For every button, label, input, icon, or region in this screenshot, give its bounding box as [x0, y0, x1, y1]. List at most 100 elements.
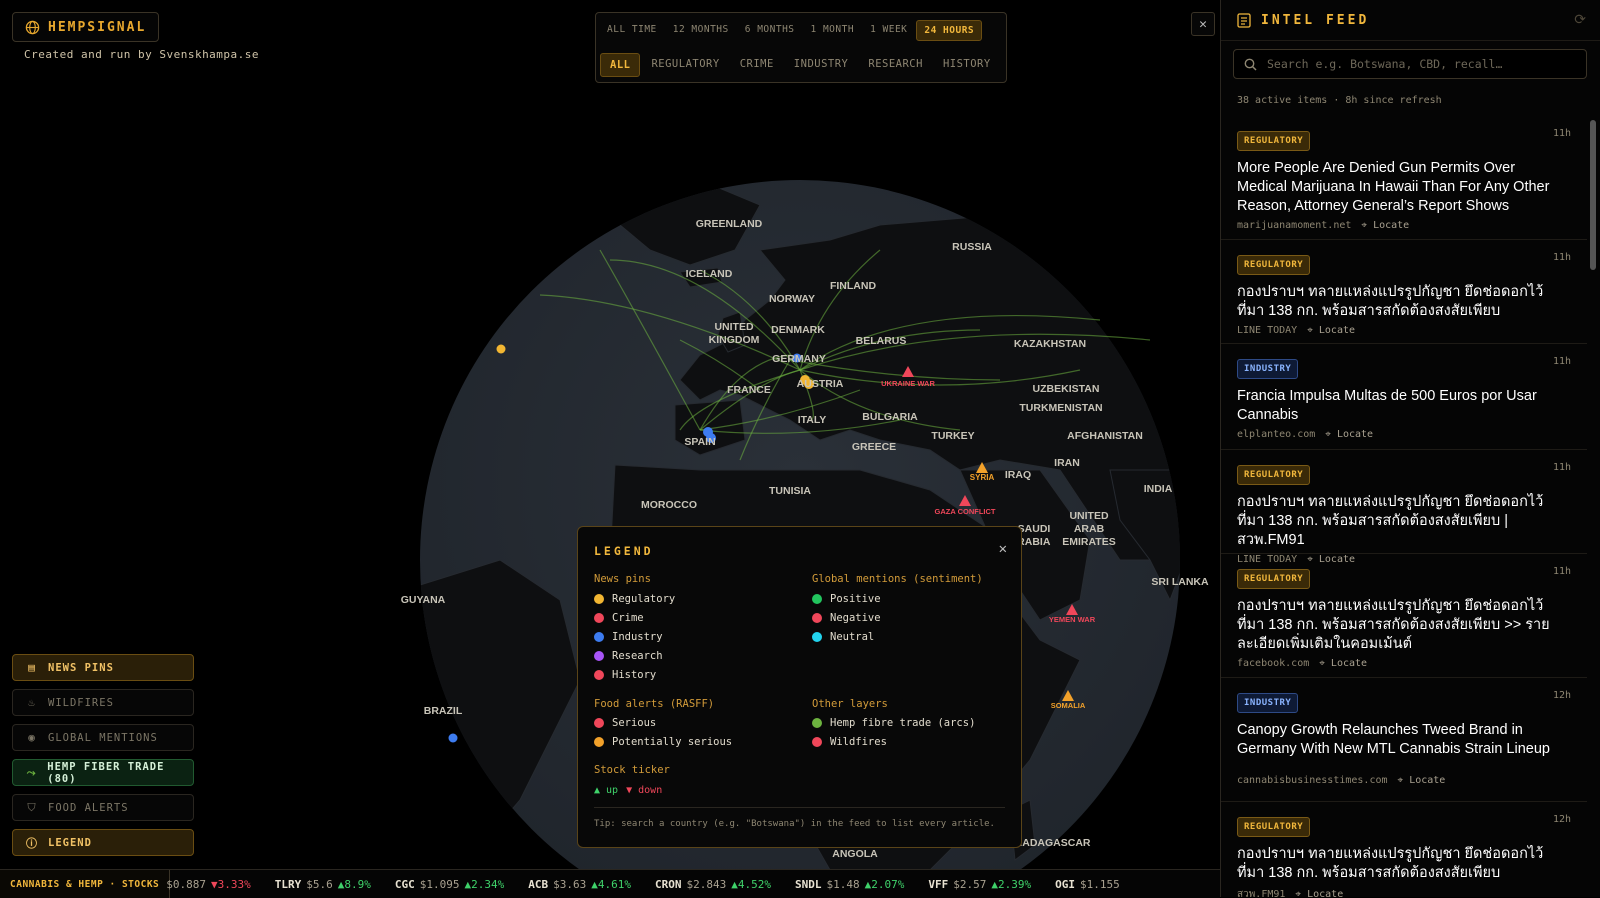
legend-item: Wildfires: [812, 736, 887, 748]
time-filter-6-months[interactable]: 6 MONTHS: [738, 20, 802, 41]
time-filter-1-week[interactable]: 1 WEEK: [863, 20, 914, 41]
layer-wildfires-button[interactable]: ♨ WILDFIRES: [12, 689, 194, 716]
layer-global-mentions-button[interactable]: ◉ GLOBAL MENTIONS: [12, 724, 194, 751]
newspaper-icon: [1237, 12, 1251, 28]
layer-food-alerts-button[interactable]: ⛉ FOOD ALERTS: [12, 794, 194, 821]
refresh-icon[interactable]: ⟳: [1574, 12, 1586, 28]
category-filter-crime[interactable]: CRIME: [731, 53, 783, 77]
time-filter-24-hours[interactable]: 24 HOURS: [916, 20, 983, 41]
item-title[interactable]: More People Are Denied Gun Permits Over …: [1237, 159, 1567, 216]
feed-item[interactable]: REGULATORY 11h More People Are Denied Gu…: [1221, 116, 1587, 240]
item-age: 12h: [1552, 690, 1571, 701]
feed-search-input[interactable]: [1265, 56, 1569, 72]
label-france: FRANCE: [727, 384, 771, 396]
locate-label: Locate: [1409, 775, 1446, 786]
time-filter-all-time[interactable]: ALL TIME: [600, 20, 664, 41]
time-filter-1-month[interactable]: 1 MONTH: [804, 20, 862, 41]
pin-icon: ⌖: [1319, 658, 1325, 669]
layer-hemp-fiber-trade-button[interactable]: ⤳ HEMP FIBER TRADE (80): [12, 759, 194, 786]
label-iran: IRAN: [1054, 457, 1080, 469]
locate-button[interactable]: ⌖ Locate: [1398, 775, 1446, 786]
feed-item[interactable]: REGULATORY 11h กองปราบฯ ทลายแหล่งแปรรูปก…: [1221, 240, 1587, 344]
item-title[interactable]: กองปราบฯ ทลายแหล่งแปรรูปกัญชา ยึดช่อดอกไ…: [1237, 283, 1567, 321]
label-denmark: DENMARK: [771, 324, 825, 336]
label-russia: RUSSIA: [952, 241, 992, 253]
ticker-price: $1.155: [1080, 877, 1120, 891]
filter-panel: ALL TIME 12 MONTHS 6 MONTHS 1 MONTH 1 WE…: [595, 12, 1007, 83]
intel-feed-panel: INTEL FEED ⟳ 38 active items · 8h since …: [1220, 0, 1600, 897]
locate-button[interactable]: ⌖ Locate: [1295, 889, 1343, 897]
item-title[interactable]: กองปราบฯ ทลายแหล่งแปรรูปกัญชา ยึดช่อดอกไ…: [1237, 845, 1567, 883]
legend-label: Positive: [830, 593, 881, 605]
category-badge: INDUSTRY: [1237, 359, 1299, 379]
ticker-item[interactable]: ACB $3.63 ▲4.61%: [528, 878, 631, 891]
feed-search-box[interactable]: [1233, 49, 1587, 79]
feed-item[interactable]: INDUSTRY 12h Canopy Growth Relaunches Tw…: [1221, 678, 1587, 802]
item-source[interactable]: facebook.com: [1237, 658, 1309, 669]
ticker-item[interactable]: OGI $1.155: [1055, 878, 1125, 891]
close-panel-button[interactable]: ✕: [1191, 12, 1215, 36]
legend-label: Hemp fibre trade (arcs): [830, 717, 976, 729]
wildfire-dot: [812, 737, 822, 747]
locate-button[interactable]: ⌖ Locate: [1319, 658, 1367, 669]
legend-news-pins-heading: News pins: [594, 573, 651, 585]
category-filter-research[interactable]: RESEARCH: [859, 53, 932, 77]
negative-dot: [812, 613, 822, 623]
item-title[interactable]: กองปราบฯ ทลายแหล่งแปรรูปกัญชา ยึดช่อดอกไ…: [1237, 597, 1567, 654]
legend-item: Hemp fibre trade (arcs): [812, 717, 975, 729]
legend-other-heading: Other layers: [812, 698, 888, 710]
feed-item[interactable]: INDUSTRY 11h Francia Impulsa Multas de 5…: [1221, 344, 1587, 450]
legend-label: Serious: [612, 717, 657, 729]
news-pin[interactable]: [496, 344, 506, 354]
locate-button[interactable]: ⌖ Locate: [1361, 220, 1409, 231]
ticker-item[interactable]: CRON $2.843 ▲4.52%: [655, 878, 771, 891]
item-source[interactable]: marijuanamoment.net: [1237, 220, 1351, 231]
ticker-item[interactable]: SNDL $1.48 ▲2.07%: [795, 878, 904, 891]
feed-item[interactable]: REGULATORY 11h กองปราบฯ ทลายแหล่งแปรรูปก…: [1221, 450, 1587, 565]
category-filter-history[interactable]: HISTORY: [934, 53, 1000, 77]
item-title[interactable]: Canopy Growth Relaunches Tweed Brand in …: [1237, 721, 1567, 759]
label-austria: AUSTRIA: [797, 378, 844, 390]
label-gaza-conflict: GAZA CONFLICT: [935, 507, 996, 516]
brand-badge[interactable]: HEMPSIGNAL: [12, 12, 160, 42]
category-badge: REGULATORY: [1237, 465, 1311, 485]
layer-news-pins-button[interactable]: ▤ NEWS PINS: [12, 654, 194, 681]
item-source[interactable]: cannabisbusinesstimes.com: [1237, 775, 1388, 786]
feed-scrollbar-thumb[interactable]: [1590, 120, 1596, 270]
feed-item[interactable]: REGULATORY 12h กองปราบฯ ทลายแหล่งแปรรูปก…: [1221, 802, 1587, 897]
info-icon: ⓘ: [26, 836, 38, 850]
label-brazil: BRAZIL: [424, 705, 463, 717]
legend-close-icon[interactable]: ✕: [999, 541, 1007, 557]
item-source[interactable]: สวพ.FM91: [1237, 887, 1285, 897]
industry-dot: [594, 632, 604, 642]
ticker-item[interactable]: VFF $2.57 ▲2.39%: [928, 878, 1031, 891]
item-title[interactable]: กองปราบฯ ทลายแหล่งแปรรูปกัญชา ยึดช่อดอกไ…: [1237, 493, 1567, 550]
category-badge: REGULATORY: [1237, 569, 1311, 589]
category-filter-all[interactable]: ALL: [600, 53, 641, 77]
category-badge: REGULATORY: [1237, 131, 1311, 151]
label-germany: GERMANY: [772, 353, 826, 365]
item-source[interactable]: elplanteo.com: [1237, 429, 1315, 440]
item-source-row: facebook.com ⌖ Locate: [1237, 658, 1587, 669]
label-yemen-war: YEMEN WAR: [1049, 615, 1096, 624]
locate-button[interactable]: ⌖ Locate: [1307, 325, 1355, 336]
legend-label: History: [612, 669, 657, 681]
category-filter-regulatory[interactable]: REGULATORY: [642, 53, 728, 77]
item-source[interactable]: LINE TODAY: [1237, 325, 1297, 336]
ticker-price: $1.48: [826, 877, 860, 891]
feed-item[interactable]: REGULATORY 11h กองปราบฯ ทลายแหล่งแปรรูปก…: [1221, 554, 1587, 678]
label-saudi: SAUDI: [1018, 523, 1051, 535]
item-source-row: cannabisbusinesstimes.com ⌖ Locate: [1237, 775, 1587, 786]
time-filter-12-months[interactable]: 12 MONTHS: [666, 20, 736, 41]
legend-item: Serious: [594, 717, 656, 729]
legend-label: Research: [612, 650, 663, 662]
item-title[interactable]: Francia Impulsa Multas de 500 Euros por …: [1237, 387, 1567, 425]
category-filter-industry[interactable]: INDUSTRY: [785, 53, 858, 77]
locate-button[interactable]: ⌖ Locate: [1325, 429, 1373, 440]
ticker-item[interactable]: TLRY $5.6 ▲8.9%: [275, 878, 371, 891]
layer-legend-button[interactable]: ⓘ LEGEND: [12, 829, 194, 856]
label-madagascar: MADAGASCAR: [1014, 837, 1091, 849]
news-pin[interactable]: [448, 733, 458, 743]
ticker-item[interactable]: CGC $1.095 ▲2.34%: [395, 878, 504, 891]
ticker-item[interactable]: $0.887 ▼3.33%: [166, 878, 251, 891]
